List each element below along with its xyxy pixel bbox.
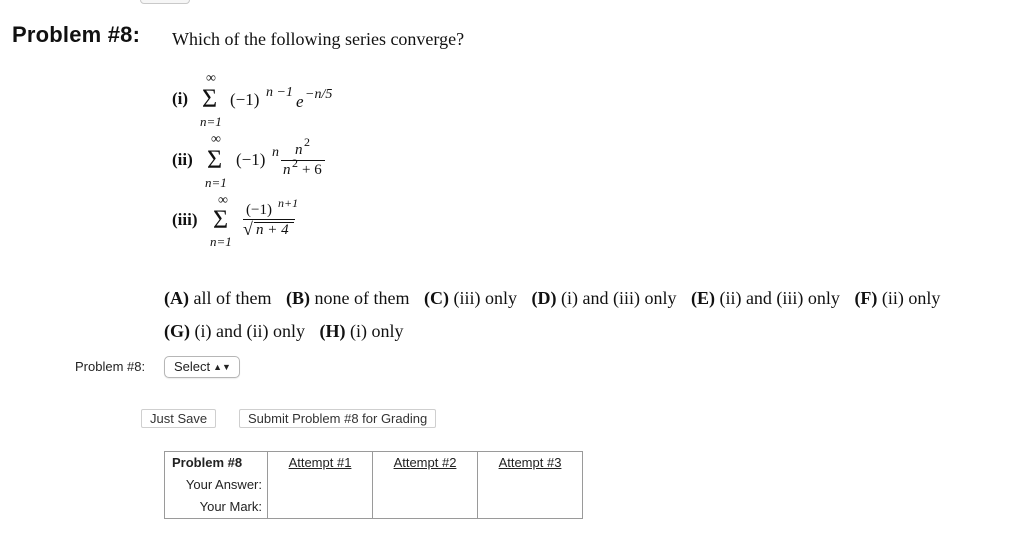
submit-button[interactable]: Submit Problem #8 for Grading [239,409,437,428]
attempt-3-link[interactable]: Attempt #3 [478,452,582,474]
just-save-button[interactable]: Just Save [141,409,217,428]
choice-g: (G) (i) and (ii) only [164,321,305,341]
series-i-lower-limit: n=1 [200,114,222,129]
answer-select-value: Select [174,359,211,374]
attempt-2-link[interactable]: Attempt #2 [373,452,477,474]
series-i-sign-exponent: n −1 [266,85,293,100]
series-iii-label: (iii) [172,210,198,229]
your-answer-label: Your Answer: [185,477,262,492]
series-ii-denominator-tail: + 6 [302,162,322,178]
series-ii-sign-exponent: n [272,145,279,160]
series-iii-numerator-exponent: n+1 [278,196,299,210]
attempt-1-column: Attempt #1 [267,451,373,519]
choice-c: (C) (iii) only [423,288,517,308]
choice-e: (E) (ii) and (iii) only [690,288,840,308]
attempt-2-column: Attempt #2 [372,451,478,519]
choice-f: (F) (ii) only [854,288,941,308]
answer-select[interactable]: Select ▲▼ [164,356,240,378]
attempt-3-column: Attempt #3 [477,451,583,519]
series-ii-numerator-exponent: 2 [304,135,310,149]
answer-choices: (A) all of them (B) none of them (C) (ii… [164,282,1004,348]
series-iii-radical-icon: √ [243,219,253,239]
series-ii-denominator: n [283,162,291,178]
series-ii-sign: (−1) [236,150,266,169]
series-iii-numerator: (−1) [246,202,272,218]
series-ii-fraction-bar [281,160,325,161]
choice-h: (H) (i) only [319,321,404,341]
problem-question: Which of the following series converge? [172,29,465,49]
answer-label: Problem #8: [75,359,146,374]
your-mark-label: Your Mark: [199,499,262,514]
series-i-sign: (−1) [230,90,260,109]
series-ii-denominator-exponent: 2 [292,156,298,170]
series-ii-lower-limit: n=1 [205,175,227,190]
choice-d: (D) (i) and (iii) only [531,288,677,308]
series-iii-lower-limit: n=1 [210,234,232,249]
series-ii-sigma-icon: Σ [207,145,223,174]
series-iii-denominator: n + 4 [256,222,289,238]
attempts-table-header: Problem #8 [172,455,243,470]
series-i-sigma-icon: Σ [202,84,218,113]
attempt-1-link[interactable]: Attempt #1 [268,452,372,474]
series-i-base: e [296,92,304,111]
attempts-table-labels: Problem #8 Your Answer: Your Mark: [164,451,268,519]
problem-title: Problem #8: [12,22,141,47]
choice-a: (A) all of them [164,288,272,308]
top-partial-button [140,0,190,4]
attempts-table: Problem #8 Your Answer: Your Mark: Attem… [164,451,583,519]
choice-b: (B) none of them [285,288,410,308]
series-i-label: (i) [172,89,189,108]
select-arrows-icon: ▲▼ [213,362,231,372]
series-iii-sigma-icon: Σ [213,205,229,234]
series-ii-label: (ii) [172,150,193,169]
series-i-base-exponent: −n/5 [305,87,333,102]
